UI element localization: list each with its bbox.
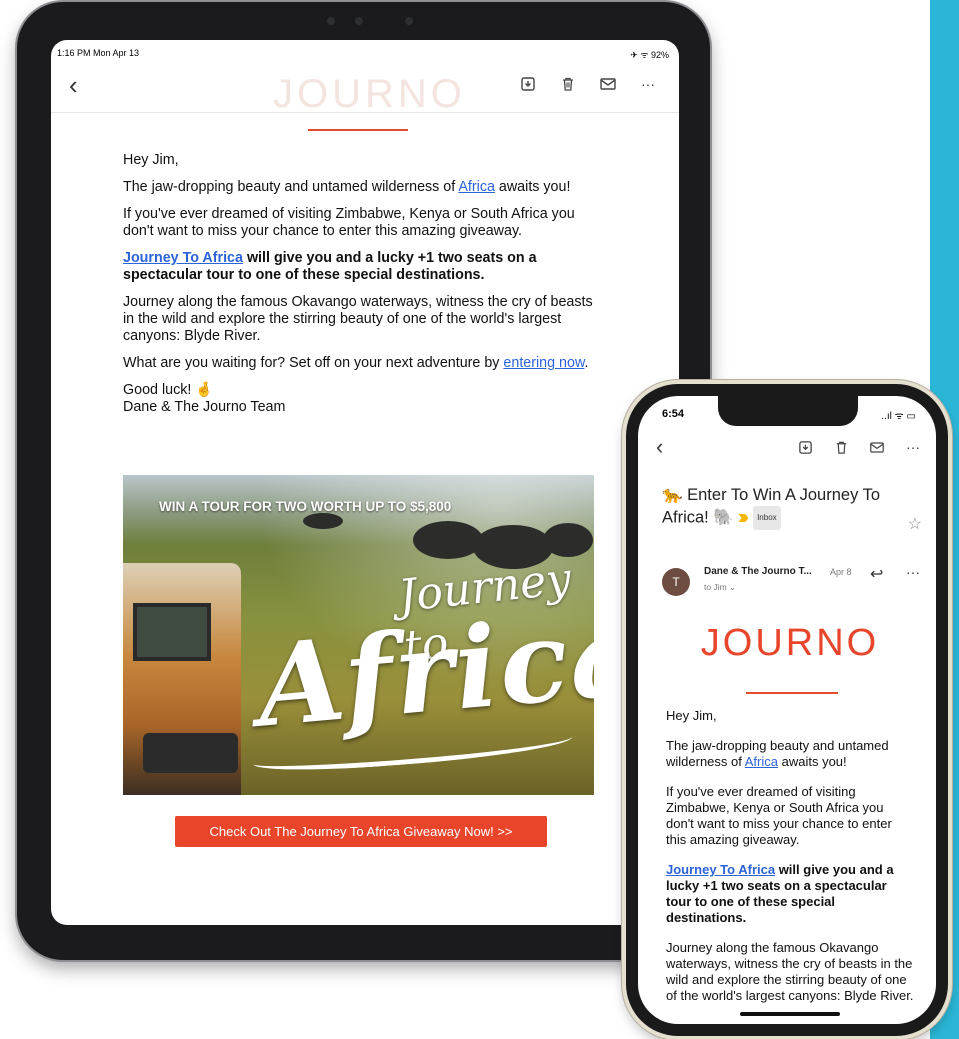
email-paragraph-1: The jaw-dropping beauty and untamed wild… [666,738,889,769]
elephant-silhouette [413,521,483,559]
phone-email-body: Hey Jim, The jaw-dropping beauty and unt… [666,708,914,1018]
email-paragraph-2: If you've ever dreamed of visiting Zimba… [666,784,892,847]
entering-now-link[interactable]: entering now [503,355,584,371]
more-options-icon[interactable]: ··· [904,438,922,456]
important-marker-icon[interactable] [738,514,749,522]
africa-link[interactable]: Africa [745,754,778,769]
safari-jeep [123,563,241,795]
back-icon[interactable]: ‹ [656,434,663,460]
email-greeting: Hey Jim, [123,152,179,168]
journey-to-africa-link[interactable]: Journey To Africa [123,250,243,266]
email-subject: 🐆 Enter To Win A Journey To Africa! 🐘 In… [662,484,902,530]
archive-icon[interactable] [796,438,814,456]
hero-headline: WIN A TOUR FOR TWO WORTH UP TO $5,800 [159,499,452,514]
phone-toolbar: ‹ ··· [638,432,936,464]
logo-underline [308,129,408,131]
archive-icon[interactable] [519,75,537,93]
email-signoff: Good luck! 🤞 [123,382,214,398]
tablet-email-body: Hey Jim, The jaw-dropping beauty and unt… [123,152,605,426]
tablet-status-bar: 1:16 PM Mon Apr 13 ✈ ᯤ 92% [51,40,679,62]
phone-device: 6:54 ..ıl ᯤ ▭ ‹ ··· 🐆 Enter To Win A Jou… [626,384,948,1036]
phone-screen: 6:54 ..ıl ᯤ ▭ ‹ ··· 🐆 Enter To Win A Jou… [638,396,936,1024]
giveaway-cta-button[interactable]: Check Out The Journey To Africa Giveaway… [175,816,547,847]
email-paragraph-5: What are you waiting for? Set off on you… [123,355,589,371]
tablet-device: 1:16 PM Mon Apr 13 ✈ ᯤ 92% ‹ JOURNO ··· [17,2,710,960]
tablet-camera [317,14,437,28]
phone-toolbar-actions: ··· [796,438,922,456]
reply-icon[interactable]: ↩ [870,564,883,584]
logo-underline [746,692,838,694]
journey-to-africa-hero-image[interactable]: WIN A TOUR FOR TWO WORTH UP TO $5,800 Jo… [123,475,594,795]
africa-link[interactable]: Africa [458,179,495,195]
sender-avatar: T [662,568,690,596]
email-paragraph-4: Journey along the famous Okavango waterw… [123,294,593,344]
mail-icon[interactable] [868,438,886,456]
inbox-label-chip[interactable]: Inbox [753,506,781,530]
sender-row: T Dane & The Journo T... Apr 8 to Jim ⌄ … [662,564,928,606]
trash-icon[interactable] [559,75,577,93]
tablet-toolbar: ‹ JOURNO ··· [51,62,679,116]
trash-icon[interactable] [832,438,850,456]
journo-watermark: JOURNO [273,72,466,116]
elephant-silhouette [303,513,343,529]
sender-name: Dane & The Journo T... [704,566,812,577]
tablet-status-time: 1:16 PM Mon Apr 13 [57,48,140,58]
back-icon[interactable]: ‹ [69,70,78,100]
email-greeting: Hey Jim, [666,708,717,723]
email-paragraph-3: Journey To Africa will give you and a lu… [666,862,894,925]
email-paragraph-1: The jaw-dropping beauty and untamed wild… [123,179,571,195]
home-indicator[interactable] [740,1012,840,1016]
email-paragraph-2: If you've ever dreamed of visiting Zimba… [123,206,575,239]
message-more-icon[interactable]: ··· [906,564,920,580]
phone-status-bar: 6:54 ..ıl ᯤ ▭ [638,402,936,426]
email-paragraph-4: Journey along the famous Okavango waterw… [666,940,914,1003]
star-icon[interactable]: ☆ [908,514,922,534]
tablet-toolbar-actions: ··· [519,75,657,93]
phone-status-time: 6:54 [662,408,685,420]
mail-icon[interactable] [599,75,617,93]
email-signature: Dane & The Journo Team [123,399,286,415]
journo-logo: JOURNO [700,622,880,664]
more-options-icon[interactable]: ··· [639,75,657,93]
journey-to-africa-link[interactable]: Journey To Africa [666,862,775,877]
tablet-screen: 1:16 PM Mon Apr 13 ✈ ᯤ 92% ‹ JOURNO ··· [51,40,679,925]
email-paragraph-3: Journey To Africa will give you and a lu… [123,250,537,283]
recipient-details-toggle[interactable]: to Jim ⌄ [704,582,736,593]
tablet-status-indicators: ✈ ᯤ 92% [630,50,669,60]
email-date: Apr 8 [830,567,852,577]
phone-status-indicators: ..ıl ᯤ ▭ [881,411,916,422]
